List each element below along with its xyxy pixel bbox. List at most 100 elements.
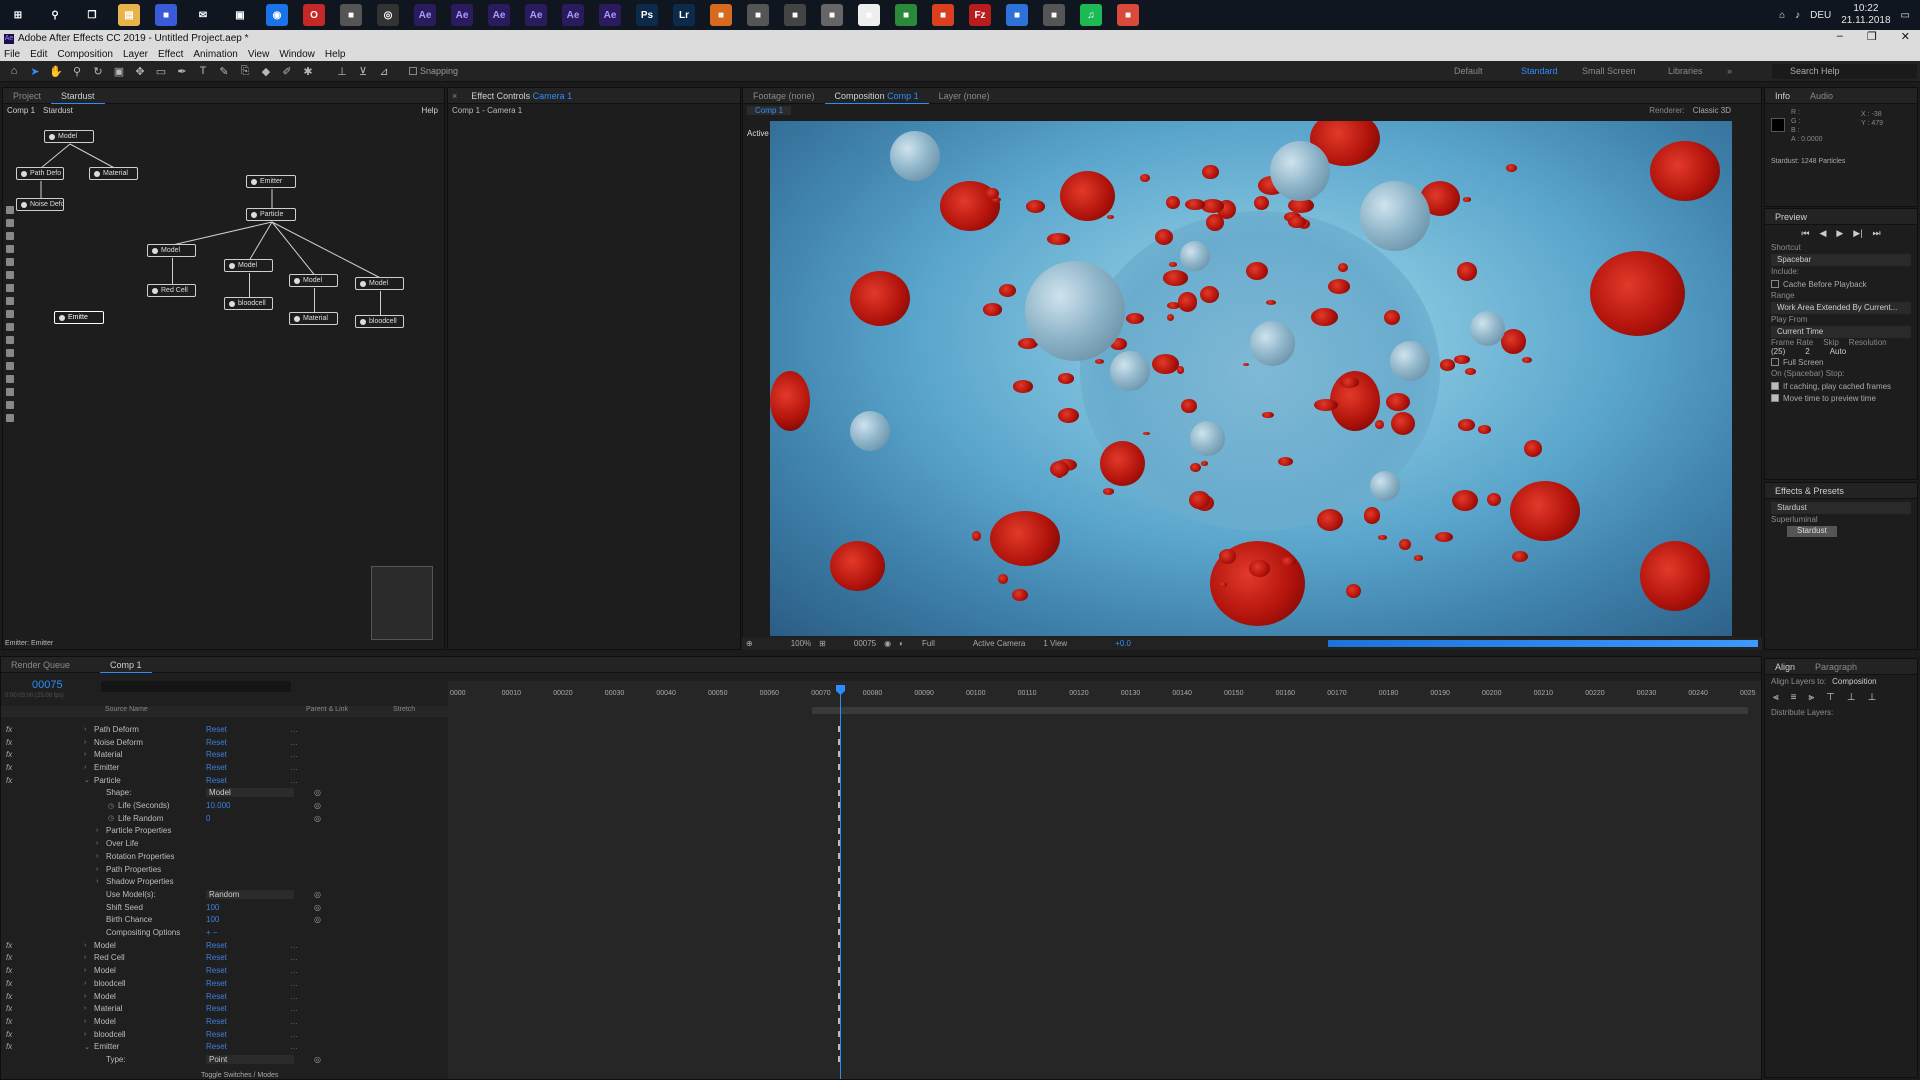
roto-tool-icon[interactable]: ✐ — [280, 64, 294, 78]
shortcut-dropdown[interactable]: Spacebar — [1771, 254, 1911, 266]
fx-icon[interactable]: fx — [6, 992, 12, 1001]
chevron-right-icon[interactable]: › — [84, 954, 86, 961]
keyframe-marker[interactable] — [838, 764, 840, 771]
keyframe-marker[interactable] — [838, 853, 840, 859]
skip-dropdown[interactable]: 2 — [1805, 347, 1809, 356]
row-more-icon[interactable]: … — [290, 750, 298, 759]
workspace-small-screen[interactable]: Small Screen — [1582, 61, 1636, 82]
rectangle-tool-icon[interactable]: ▭ — [154, 64, 168, 78]
chevron-right-icon[interactable]: › — [84, 1018, 86, 1025]
row-more-icon[interactable]: … — [290, 966, 298, 975]
fx-icon[interactable]: fx — [6, 966, 12, 975]
keyframe-marker[interactable] — [838, 1043, 840, 1050]
menu-help[interactable]: Help — [325, 49, 346, 60]
first-frame-icon[interactable]: ⏮ — [1801, 228, 1809, 239]
stardust-node[interactable]: Model — [44, 130, 94, 143]
fx-icon[interactable]: fx — [6, 738, 12, 747]
row-value[interactable]: Reset — [206, 1030, 227, 1039]
channel-icon[interactable]: ◐ — [899, 639, 904, 648]
pan-behind-tool-icon[interactable]: ✥ — [133, 64, 147, 78]
row-value[interactable]: Reset — [206, 725, 227, 734]
tab-comp-1[interactable]: Comp 1 — [100, 657, 152, 673]
timeline-row[interactable]: Shift Seed 100 ◎ — [0, 901, 447, 914]
app-icon[interactable]: ■ — [710, 4, 732, 26]
timeline-row[interactable]: fx › Material Reset… — [0, 1002, 447, 1015]
home-icon[interactable]: ⌂ — [7, 64, 21, 78]
row-more-icon[interactable]: … — [290, 776, 298, 785]
row-more-icon[interactable]: … — [290, 1017, 298, 1026]
effects-search-input[interactable]: Stardust — [1771, 502, 1911, 514]
notification-icon[interactable]: ▭ — [1901, 10, 1910, 21]
timeline-row[interactable]: fx › Noise Deform Reset… — [0, 736, 447, 749]
align-right-icon[interactable]: ⫸ — [1808, 692, 1814, 703]
eraser-tool-icon[interactable]: ◆ — [259, 64, 273, 78]
col-stretch[interactable]: Stretch — [393, 706, 415, 713]
app-icon[interactable]: ■ — [895, 4, 917, 26]
keyframe-marker[interactable] — [838, 1005, 840, 1012]
chevron-right-icon[interactable]: › — [96, 878, 98, 885]
chevron-right-icon[interactable]: › — [84, 1031, 86, 1038]
row-value[interactable]: Reset — [206, 763, 227, 772]
timeline-row[interactable]: fx › bloodcell Reset… — [0, 1028, 447, 1041]
camera-tool-icon[interactable]: ▣ — [112, 64, 126, 78]
keyframe-marker[interactable] — [838, 878, 840, 885]
timeline-search-input[interactable] — [101, 681, 291, 692]
ae-icon[interactable]: Ae — [488, 4, 510, 26]
puppet-tool-icon[interactable]: ✱ — [301, 64, 315, 78]
views-dropdown[interactable]: 1 View — [1043, 639, 1067, 648]
navigator-minimap[interactable] — [371, 566, 433, 640]
move-time-checkbox[interactable]: Move time to preview time — [1765, 392, 1917, 404]
chevron-right-icon[interactable]: › — [84, 967, 86, 974]
timeline-row[interactable]: Type: Point ◎ — [0, 1053, 447, 1066]
ae-icon[interactable]: Ae — [599, 4, 621, 26]
timeline-timecode[interactable]: 00075 — [32, 679, 63, 691]
keyframe-marker[interactable] — [838, 891, 840, 898]
align-left-icon[interactable]: ⫷ — [1773, 692, 1779, 703]
stardust-node[interactable]: Noise Defo — [16, 198, 64, 211]
chevron-right-icon[interactable]: › — [96, 840, 98, 847]
menu-file[interactable]: File — [4, 49, 20, 60]
timeline-row[interactable]: Compositing Options + − — [0, 926, 447, 939]
keyframe-marker[interactable] — [838, 967, 840, 974]
timeline-row[interactable]: fx › Model Reset… — [0, 990, 447, 1003]
app-icon[interactable]: ■ — [932, 4, 954, 26]
last-frame-icon[interactable]: ⏭ — [1873, 228, 1881, 239]
keyframe-marker[interactable] — [838, 789, 840, 796]
expression-icon[interactable]: ◎ — [314, 903, 321, 912]
resolution-dropdown[interactable]: Full — [922, 639, 935, 648]
timeline-row[interactable]: fx ⌄ Emitter Reset… — [0, 1041, 447, 1054]
more-workspaces-icon[interactable]: » — [1727, 61, 1732, 82]
row-value[interactable]: Reset — [206, 992, 227, 1001]
toggle-switches-modes[interactable]: Toggle Switches / Modes — [201, 1072, 278, 1079]
workspace-libraries[interactable]: Libraries — [1668, 61, 1703, 82]
play-from-dropdown[interactable]: Current Time — [1771, 326, 1911, 338]
tab-layer[interactable]: Layer (none) — [929, 88, 1000, 104]
keyframe-marker[interactable] — [838, 726, 840, 732]
language-indicator[interactable]: DEU — [1810, 10, 1831, 21]
keyframe-marker[interactable] — [838, 903, 840, 910]
tab-render-queue[interactable]: Render Queue — [1, 657, 80, 673]
frame-rate-dropdown[interactable]: (25) — [1771, 347, 1785, 356]
app-icon[interactable]: ■ — [747, 4, 769, 26]
type-tool-icon[interactable]: T — [196, 64, 210, 78]
fx-icon[interactable]: fx — [6, 750, 12, 759]
fx-icon[interactable]: fx — [6, 941, 12, 950]
chevron-right-icon[interactable]: › — [84, 1005, 86, 1012]
menu-view[interactable]: View — [248, 49, 270, 60]
pen-tool-icon[interactable]: ✒ — [175, 64, 189, 78]
workspace-standard[interactable]: Standard — [1521, 61, 1558, 82]
axis-icon[interactable]: ⊥ — [335, 64, 349, 78]
explorer-icon[interactable]: ▤ — [118, 4, 140, 26]
chevron-down-icon[interactable]: ⌄ — [84, 1043, 90, 1051]
play-cached-checkbox[interactable]: If caching, play cached frames — [1765, 380, 1917, 392]
ae-icon[interactable]: Ae — [525, 4, 547, 26]
col-source-name[interactable]: Source Name — [105, 706, 148, 713]
composition-viewer[interactable] — [770, 121, 1732, 636]
rotate-tool-icon[interactable]: ↻ — [91, 64, 105, 78]
row-more-icon[interactable]: … — [290, 1042, 298, 1051]
stardust-node[interactable]: Emitte — [54, 311, 104, 324]
row-value[interactable]: Reset — [206, 776, 227, 785]
menu-animation[interactable]: Animation — [193, 49, 237, 60]
expression-icon[interactable]: ◎ — [314, 814, 321, 823]
timeline-row[interactable]: Birth Chance 100 ◎ — [0, 914, 447, 927]
